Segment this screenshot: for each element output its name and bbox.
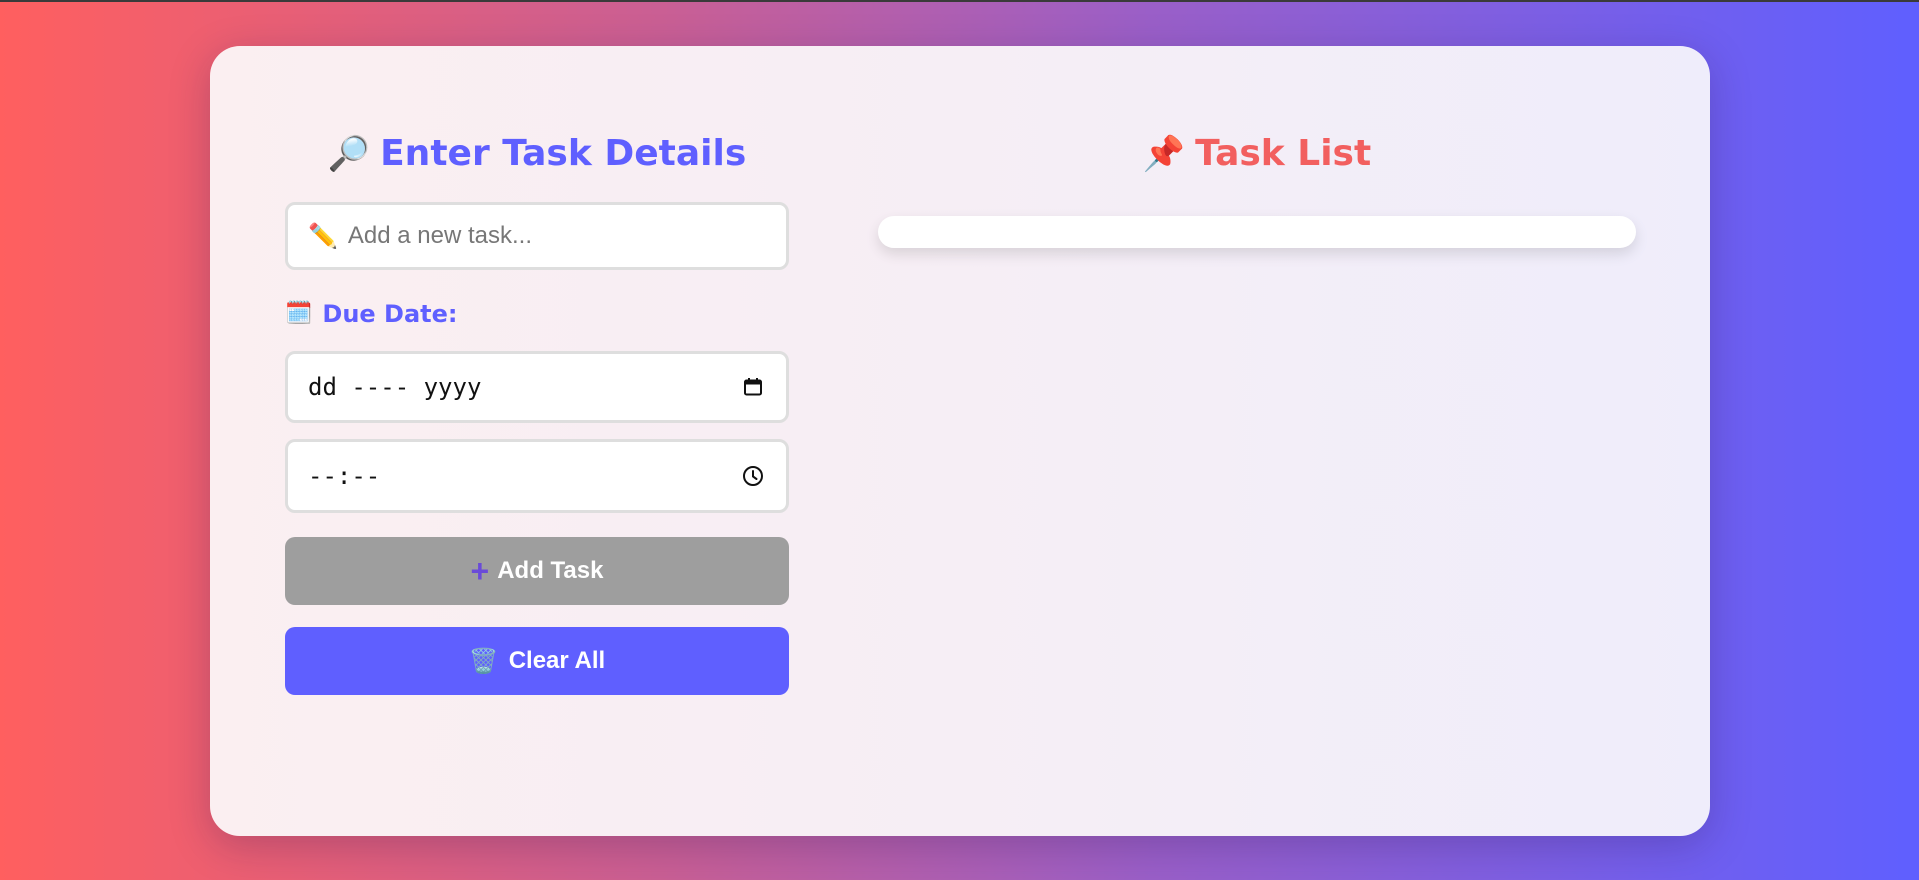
- list-panel-title: 📌 Task List: [878, 126, 1636, 182]
- input-panel: 🔎Enter Task Details ✏️ 🗓️ Due Date: dd -…: [285, 126, 789, 695]
- calendar-icon: 🗓️: [285, 301, 313, 326]
- input-panel-title: 🔎 Enter Task Details: [285, 126, 789, 182]
- trash-icon: 🗑️: [468, 647, 499, 675]
- clear-all-button[interactable]: 🗑️ Clear All: [285, 627, 789, 695]
- plus-icon: +: [470, 553, 490, 589]
- list-panel-title-text: Task List: [1195, 133, 1372, 174]
- clear-all-button-label: Clear All: [508, 647, 606, 674]
- date-input[interactable]: dd ---- yyyy: [285, 351, 789, 423]
- calendar-picker-icon[interactable]: [740, 374, 766, 400]
- due-date-label: 🗓️ Due Date:: [285, 297, 789, 331]
- add-task-button-label: Add Task: [497, 557, 604, 584]
- task-list: [878, 216, 1636, 248]
- list-panel: 📌 Task List: [878, 126, 1636, 248]
- task-app-card: 🔎Enter Task Details ✏️ 🗓️ Due Date: dd -…: [210, 46, 1710, 836]
- time-input[interactable]: --:--: [285, 439, 789, 513]
- time-input-display: --:--: [308, 462, 381, 490]
- pushpin-icon: 📌: [1142, 134, 1186, 174]
- date-input-display: dd ---- yyyy: [308, 373, 482, 401]
- task-input-field[interactable]: ✏️: [285, 202, 789, 270]
- due-date-label-text: Due Date:: [322, 300, 458, 328]
- task-input[interactable]: [347, 222, 766, 250]
- window-top-border: [0, 0, 1919, 2]
- add-task-button[interactable]: + Add Task: [285, 537, 789, 605]
- pencil-icon: ✏️: [308, 222, 338, 250]
- clock-icon[interactable]: [740, 463, 766, 489]
- input-panel-title-text: Enter Task Details: [380, 133, 747, 174]
- magnifier-icon: 🔎: [327, 134, 371, 174]
